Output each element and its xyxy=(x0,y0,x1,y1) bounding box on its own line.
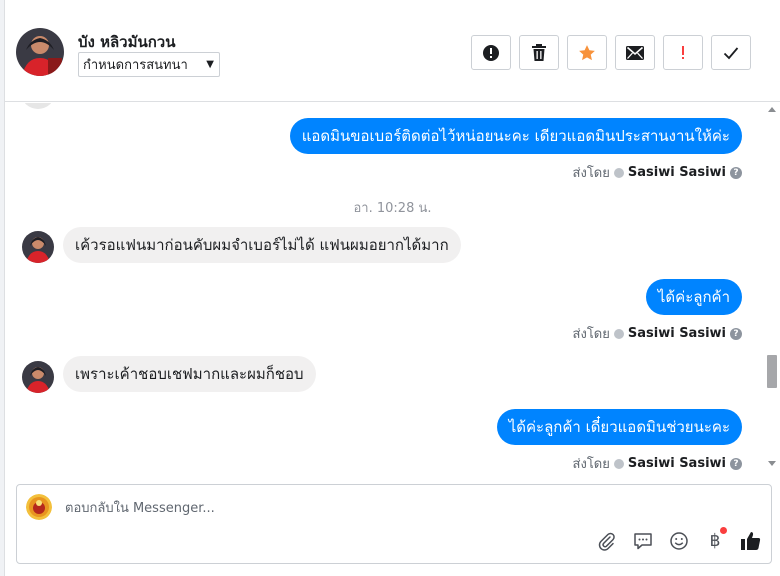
attach-button[interactable] xyxy=(595,529,619,553)
message-bubble-incoming[interactable]: เค้วรอแฟนมาก่อนคับผมจำเบอร์ไม่ได้ แฟนผมอ… xyxy=(63,227,461,263)
user-avatar[interactable] xyxy=(16,28,64,76)
sent-by-info: ส่งโดย Sasiwi Sasiwi ? xyxy=(573,162,742,183)
alert-circle-icon xyxy=(483,44,499,61)
scrollbar-thumb[interactable] xyxy=(767,355,777,388)
mark-spam-button[interactable] xyxy=(471,35,511,70)
sent-check-icon xyxy=(613,328,624,339)
reply-input[interactable] xyxy=(65,497,565,519)
star-icon xyxy=(579,44,595,60)
delete-button[interactable] xyxy=(519,35,559,70)
avatar xyxy=(22,103,54,109)
message-bubble-outgoing[interactable]: แอดมินขอเบอร์ติดต่อไว้หน่อยนะคะ เดียวแอด… xyxy=(289,118,742,154)
message-thread[interactable]: แอดมินขอเบอร์ติดต่อไว้หน่อยนะคะ เดียวแอด… xyxy=(5,103,780,470)
help-icon[interactable]: ? xyxy=(730,166,742,179)
scroll-down-arrow-icon[interactable] xyxy=(768,461,776,466)
notification-dot xyxy=(720,527,727,534)
message-bubble-incoming[interactable]: เพราะเค้าชอบเชฟมากและผมก็ชอบ xyxy=(63,356,316,392)
chevron-down-icon: ▼ xyxy=(206,59,214,70)
trash-icon xyxy=(532,43,546,61)
sent-by-label: ส่งโดย xyxy=(572,457,610,470)
message-timestamp: อา. 10:28 น. xyxy=(353,201,432,216)
sender-name[interactable]: Sasiwi Sasiwi xyxy=(628,165,726,180)
star-button[interactable] xyxy=(567,35,607,70)
message-bubble-outgoing[interactable]: ได้ค่ะลูกค้า เดี๋ยวแอดมินช่วยนะคะ xyxy=(496,409,742,445)
paperclip-icon xyxy=(598,532,615,551)
scroll-up-arrow-icon[interactable] xyxy=(768,107,776,112)
message-bubble-outgoing[interactable]: ได้ค่ะลูกค้า xyxy=(645,279,742,315)
sent-by-info: ส่งโดย Sasiwi Sasiwi ? xyxy=(573,453,742,470)
follow-up-button[interactable] xyxy=(663,35,703,70)
sent-check-icon xyxy=(613,458,624,469)
conversation-actions xyxy=(471,35,751,70)
user-name[interactable]: บัง หลิวมันกวน xyxy=(78,30,175,54)
payment-button[interactable]: ฿ xyxy=(703,527,727,553)
sent-by-label: ส่งโดย xyxy=(572,166,610,181)
emoji-button[interactable] xyxy=(667,529,691,553)
smiley-icon xyxy=(670,532,688,550)
checkmark-icon xyxy=(723,46,739,59)
composer-toolbar: ฿ xyxy=(595,527,763,553)
conversation-panel: บัง หลิวมันกวน กำหนดการสนทนา ▼ แอดมินขอเ… xyxy=(5,0,780,576)
help-icon[interactable]: ? xyxy=(730,457,742,470)
sent-by-info: ส่งโดย Sasiwi Sasiwi ? xyxy=(573,323,742,344)
saved-replies-button[interactable] xyxy=(631,529,655,553)
customer-avatar[interactable] xyxy=(22,231,54,263)
page-avatar xyxy=(26,494,52,520)
sender-name[interactable]: Sasiwi Sasiwi xyxy=(628,326,726,341)
conversation-header: บัง หลิวมันกวน กำหนดการสนทนา ▼ xyxy=(5,0,780,102)
assign-conversation-dropdown[interactable]: กำหนดการสนทนา ▼ xyxy=(78,52,220,77)
thread-scrollbar[interactable] xyxy=(764,103,780,470)
exclamation-icon xyxy=(682,45,684,59)
thumbs-up-icon xyxy=(741,532,761,550)
reply-composer: ฿ xyxy=(16,484,772,564)
speech-bubble-icon xyxy=(634,533,652,550)
sender-name[interactable]: Sasiwi Sasiwi xyxy=(628,456,726,470)
sent-check-icon xyxy=(613,167,624,178)
mark-done-button[interactable] xyxy=(711,35,751,70)
assign-conversation-label: กำหนดการสนทนา xyxy=(83,58,188,73)
customer-avatar[interactable] xyxy=(22,361,54,393)
mark-unread-button[interactable] xyxy=(615,35,655,70)
like-button[interactable] xyxy=(739,529,763,553)
baht-icon: ฿ xyxy=(709,531,721,551)
help-icon[interactable]: ? xyxy=(730,327,742,340)
envelope-icon xyxy=(626,45,644,60)
sent-by-label: ส่งโดย xyxy=(572,327,610,342)
